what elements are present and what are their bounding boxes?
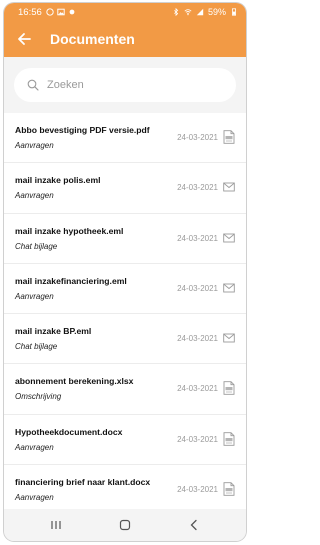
home-icon: [119, 519, 131, 531]
document-row[interactable]: abonnement berekening.xlsx Omschrijving 24…: [4, 364, 246, 415]
document-date: 24-03-2021: [177, 283, 218, 293]
document-row[interactable]: Abbo bevestiging PDF versie.pdf Aanvragen…: [4, 113, 246, 164]
system-nav-bar: [4, 509, 246, 541]
document-row[interactable]: mail inzakefinanciering.eml Aanvragen 24-0…: [4, 263, 246, 315]
search-icon: [27, 79, 39, 91]
back-button[interactable]: [6, 21, 42, 57]
page-title: Documenten: [50, 31, 135, 47]
document-icon: [223, 482, 235, 496]
document-category: Aanvragen: [15, 141, 54, 150]
notification-dot-icon: [69, 9, 75, 15]
document-date: 24-03-2021: [177, 233, 218, 243]
mail-icon: [223, 233, 235, 243]
document-name: financiering brief naar klant.docx: [15, 477, 151, 488]
document-row[interactable]: mail inzake polis.eml Aanvragen 24-03-2021: [4, 163, 246, 214]
document-date: 24-03-2021: [177, 334, 218, 344]
battery-percent: 59%: [207, 7, 226, 17]
mail-icon: [223, 333, 235, 343]
battery-icon: [232, 8, 236, 16]
document-category: Chat bijlage: [15, 241, 58, 251]
document-date: 24-03-2021: [177, 384, 218, 394]
document-date: 24-03-2021: [177, 133, 218, 142]
document-name: mail inzakefinanciering.eml: [15, 275, 127, 286]
signal-icon: [196, 8, 204, 16]
document-name: mail inzake BP.eml: [15, 326, 92, 337]
document-icon: [223, 432, 235, 446]
document-row[interactable]: Hypotheekdocument.docx Aanvragen 24-03-202…: [4, 414, 246, 466]
mail-icon: [223, 283, 235, 293]
document-row[interactable]: mail inzake BP.eml Chat bijlage 24-03-2021: [4, 314, 246, 365]
status-time: 16:56: [18, 6, 42, 18]
app-bar: Documenten: [4, 21, 246, 57]
search-area: Zoeken: [4, 57, 246, 113]
document-category: Chat bijlage: [15, 342, 58, 352]
document-category: Omschrijving: [15, 392, 62, 402]
home-button[interactable]: [105, 511, 145, 539]
document-category: Aanvragen: [15, 442, 54, 452]
whatsapp-icon: [46, 8, 54, 16]
search-input[interactable]: Zoeken: [14, 68, 236, 102]
recent-apps-icon: [51, 521, 61, 529]
document-name: mail inzake polis.eml: [15, 175, 101, 186]
document-icon: [223, 130, 235, 144]
document-date: 24-03-2021: [177, 183, 218, 193]
search-placeholder: Zoeken: [47, 79, 84, 91]
document-icon: [223, 381, 235, 396]
wifi-icon: [184, 9, 192, 16]
document-name: mail inzake hypotheek.eml: [15, 225, 124, 236]
document-name: Abbo bevestiging PDF versie.pdf: [15, 125, 150, 135]
document-row[interactable]: mail inzake hypotheek.eml Chat bijlage 24-…: [4, 213, 246, 264]
phone-screen: 16:56 59% Documenten Zoeken Abbo bevesti…: [4, 3, 246, 541]
image-icon: [57, 8, 65, 16]
document-name: Hypotheekdocument.docx: [15, 426, 123, 437]
document-date: 24-03-2021: [177, 485, 218, 495]
arrow-left-icon: [18, 33, 31, 45]
system-back-button[interactable]: [174, 511, 214, 539]
bluetooth-icon: [174, 8, 179, 16]
document-list: Abbo bevestiging PDF versie.pdf Aanvragen…: [4, 113, 246, 516]
back-icon: [190, 519, 197, 531]
recent-apps-button[interactable]: [36, 511, 76, 539]
document-name: abonnement berekening.xlsx: [15, 376, 134, 387]
document-category: Aanvragen: [15, 291, 54, 301]
document-date: 24-03-2021: [177, 434, 218, 444]
mail-icon: [223, 182, 235, 192]
document-category: Aanvragen: [15, 493, 54, 503]
status-bar: 16:56 59%: [4, 3, 246, 21]
document-row[interactable]: financiering brief naar klant.docx Aanvra…: [4, 465, 246, 516]
document-category: Aanvragen: [15, 191, 54, 201]
